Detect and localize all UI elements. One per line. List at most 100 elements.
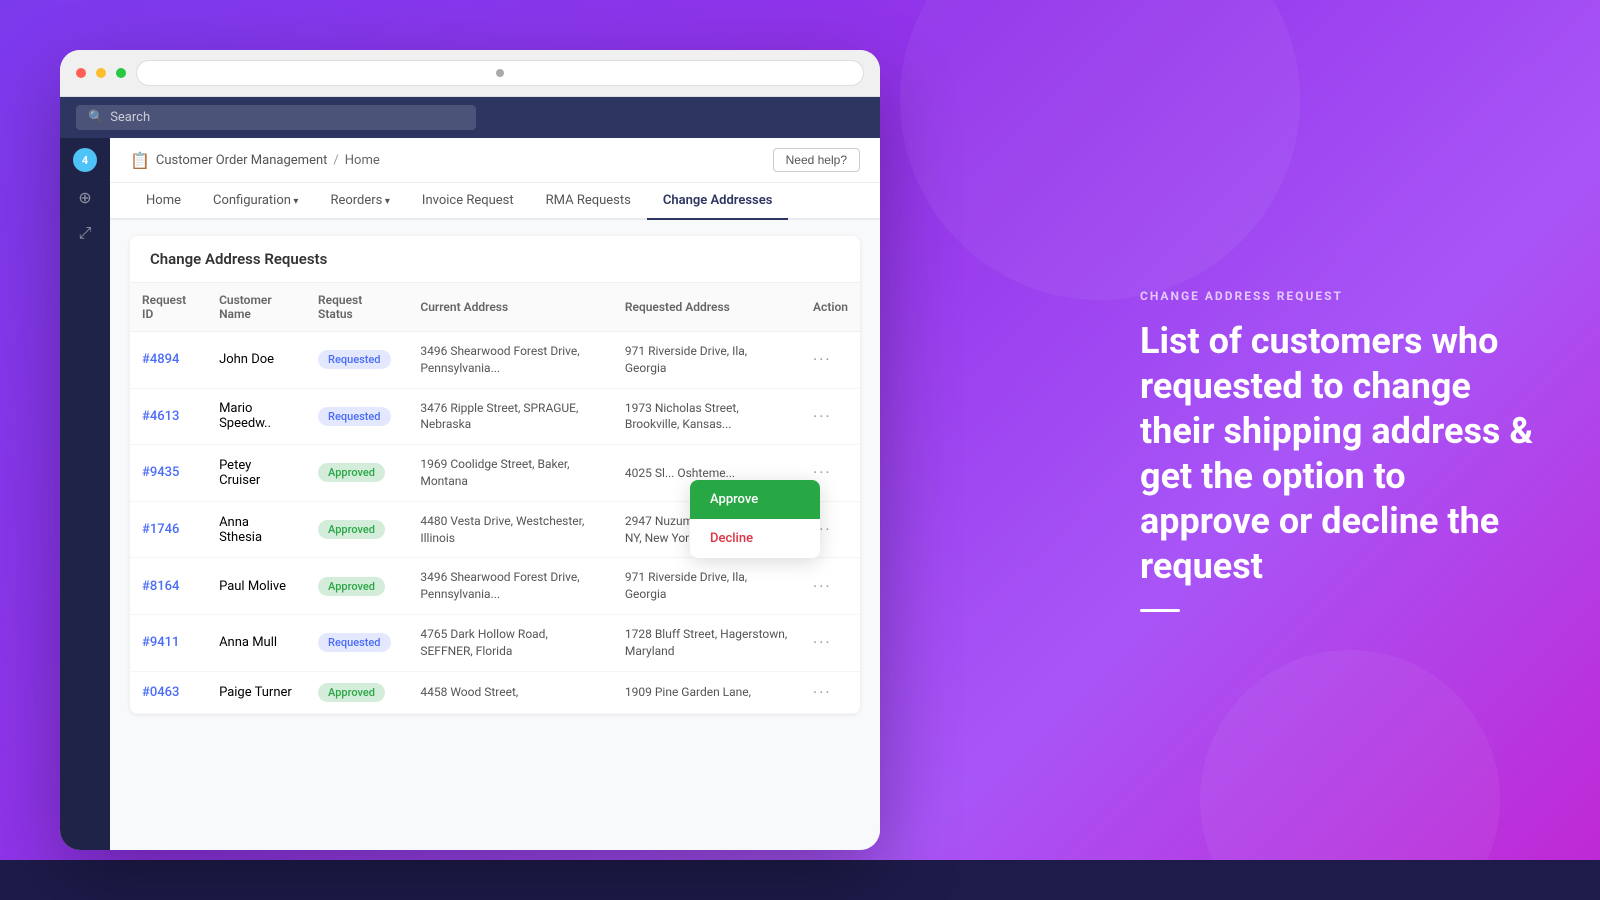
requested-address-text: 1973 Nicholas Street, Brookville, Kansas… — [625, 401, 739, 432]
request-id-link[interactable]: #1746 — [142, 522, 179, 537]
browser-dot-yellow[interactable] — [96, 68, 106, 78]
action-menu-button[interactable]: ··· — [813, 633, 832, 652]
breadcrumb: 📋 Customer Order Management / Home — [130, 151, 380, 170]
current-address-text: 3496 Shearwood Forest Drive, Pennsylvani… — [420, 570, 579, 601]
breadcrumb-separator: / — [333, 153, 338, 168]
requested-address-text: 971 Riverside Drive, Ila, Georgia — [625, 344, 747, 375]
cell-customer-name: Petey Cruiser — [207, 445, 306, 502]
table-header: Request ID Customer Name Request Status … — [130, 283, 860, 332]
current-address-text: 3476 Ripple Street, SPRAGUE, Nebraska — [420, 401, 578, 432]
cell-current-address: 1969 Coolidge Street, Baker, Montana — [408, 445, 613, 502]
top-nav: 🔍 Search — [60, 97, 880, 138]
sidebar: 4 ⊕ ⤢ — [60, 138, 110, 850]
tab-change-addresses[interactable]: Change Addresses — [647, 183, 789, 220]
breadcrumb-home[interactable]: Home — [345, 153, 380, 168]
cell-customer-name: Paige Turner — [207, 671, 306, 713]
status-badge: Approved — [318, 520, 385, 539]
search-icon: 🔍 — [88, 110, 104, 125]
cell-status: Requested — [306, 614, 408, 671]
sidebar-badge[interactable]: 4 — [73, 148, 97, 172]
cell-request-id: #4894 — [130, 332, 207, 389]
action-menu-button[interactable]: ··· — [813, 683, 832, 702]
cell-action: ··· — [801, 614, 860, 671]
table-row: #0463 Paige Turner Approved 4458 Wood St… — [130, 671, 860, 713]
requested-address-text: 1728 Bluff Street, Hagerstown, Maryland — [625, 627, 787, 658]
request-id-link[interactable]: #0463 — [142, 685, 179, 700]
cell-status: Requested — [306, 332, 408, 389]
browser-url-bar — [136, 60, 864, 86]
requested-address-text: 4025 Sl... Oshteme... — [625, 466, 735, 480]
current-address-text: 3496 Shearwood Forest Drive, Pennsylvani… — [420, 344, 579, 375]
cell-request-id: #0463 — [130, 671, 207, 713]
cell-current-address: 3496 Shearwood Forest Drive, Pennsylvani… — [408, 332, 613, 389]
panel-title: List of customers who requested to chang… — [1140, 319, 1540, 589]
cell-requested-address: 1973 Nicholas Street, Brookville, Kansas… — [613, 388, 801, 445]
request-id-link[interactable]: #4894 — [142, 352, 179, 367]
current-address-text: 1969 Coolidge Street, Baker, Montana — [420, 457, 569, 488]
action-menu-button[interactable]: ··· — [813, 407, 832, 426]
status-badge: Requested — [318, 350, 390, 369]
cell-request-id: #9411 — [130, 614, 207, 671]
col-request-status: Request Status — [306, 283, 408, 332]
sidebar-external-icon[interactable]: ⤢ — [79, 223, 92, 243]
status-badge: Approved — [318, 683, 385, 702]
request-id-link[interactable]: #9435 — [142, 465, 179, 480]
cell-request-id: #9435 — [130, 445, 207, 502]
cell-requested-address: 971 Riverside Drive, Ila, Georgia — [613, 332, 801, 389]
right-panel: Change Address Request List of customers… — [1080, 0, 1600, 900]
tab-invoice-request[interactable]: Invoice Request — [406, 183, 530, 220]
cell-status: Approved — [306, 445, 408, 502]
table-row: #9411 Anna Mull Requested 4765 Dark Holl… — [130, 614, 860, 671]
request-id-link[interactable]: #4613 — [142, 409, 179, 424]
request-id-link[interactable]: #9411 — [142, 635, 179, 650]
cell-request-id: #4613 — [130, 388, 207, 445]
tab-reorders[interactable]: Reorders — [314, 183, 405, 220]
table-card: Change Address Requests Request ID Custo… — [130, 236, 860, 714]
search-bar[interactable]: 🔍 Search — [76, 105, 476, 130]
tab-home[interactable]: Home — [130, 183, 197, 220]
tab-configuration[interactable]: Configuration — [197, 183, 314, 220]
search-text: Search — [110, 110, 150, 125]
dropdown-approve[interactable]: Approve — [690, 480, 820, 519]
tab-rma-requests[interactable]: RMA Requests — [530, 183, 647, 220]
page-header: 📋 Customer Order Management / Home Need … — [110, 138, 880, 183]
cell-action: ··· — [801, 558, 860, 615]
dropdown-decline[interactable]: Decline — [690, 519, 820, 558]
request-id-link[interactable]: #8164 — [142, 579, 179, 594]
browser-window: 🔍 Search 4 ⊕ ⤢ 📋 Customer Order Manageme… — [60, 50, 880, 850]
cell-request-id: #8164 — [130, 558, 207, 615]
browser-dot-green[interactable] — [116, 68, 126, 78]
status-badge: Approved — [318, 463, 385, 482]
action-menu-button[interactable]: ··· — [813, 577, 832, 596]
current-address-text: 4458 Wood Street, — [420, 685, 518, 699]
app-name: Customer Order Management — [156, 153, 327, 168]
table-row: #8164 Paul Molive Approved 3496 Shearwoo… — [130, 558, 860, 615]
browser-indicator — [496, 69, 504, 77]
browser-dot-red[interactable] — [76, 68, 86, 78]
app-icon: 📋 — [130, 151, 150, 170]
cell-status: Approved — [306, 558, 408, 615]
table-row: #4613 Mario Speedw.. Requested 3476 Ripp… — [130, 388, 860, 445]
cell-requested-address: 1909 Pine Garden Lane, — [613, 671, 801, 713]
action-menu-button[interactable]: ··· — [813, 350, 832, 369]
col-customer-name: Customer Name — [207, 283, 306, 332]
cell-request-id: #1746 — [130, 501, 207, 558]
panel-subtitle: Change Address Request — [1140, 289, 1540, 303]
help-button[interactable]: Need help? — [773, 148, 860, 172]
requested-address-text: 971 Riverside Drive, Ila, Georgia — [625, 570, 747, 601]
action-menu-button[interactable]: ··· — [813, 463, 832, 482]
current-address-text: 4480 Vesta Drive, Westchester, Illinois — [420, 514, 584, 545]
cell-customer-name: Paul Molive — [207, 558, 306, 615]
cell-status: Approved — [306, 501, 408, 558]
cell-customer-name: Mario Speedw.. — [207, 388, 306, 445]
cell-current-address: 4765 Dark Hollow Road, SEFFNER, Florida — [408, 614, 613, 671]
cell-current-address: 4458 Wood Street, — [408, 671, 613, 713]
sidebar-add-icon[interactable]: ⊕ — [78, 188, 91, 207]
nav-tabs: Home Configuration Reorders Invoice Requ… — [110, 183, 880, 220]
cell-requested-address: 971 Riverside Drive, Ila, Georgia — [613, 558, 801, 615]
status-badge: Requested — [318, 633, 390, 652]
cell-action: ··· — [801, 671, 860, 713]
table-row: #4894 John Doe Requested 3496 Shearwood … — [130, 332, 860, 389]
status-badge: Approved — [318, 577, 385, 596]
current-address-text: 4765 Dark Hollow Road, SEFFNER, Florida — [420, 627, 547, 658]
